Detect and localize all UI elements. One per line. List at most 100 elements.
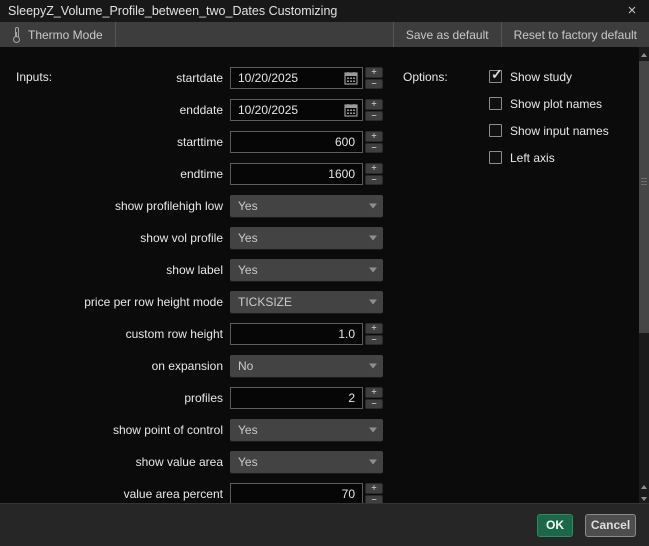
dropdown-select[interactable]: Yes bbox=[230, 451, 383, 473]
decrement-icon[interactable] bbox=[365, 79, 383, 90]
input-label: starttime bbox=[0, 135, 230, 149]
input-label: profiles bbox=[0, 391, 230, 405]
spinner bbox=[365, 99, 383, 121]
decrement-icon[interactable] bbox=[365, 111, 383, 122]
increment-icon[interactable] bbox=[365, 483, 383, 494]
checkbox[interactable] bbox=[489, 97, 502, 110]
decrement-icon[interactable] bbox=[365, 143, 383, 154]
chevron-down-icon bbox=[369, 300, 377, 305]
increment-icon[interactable] bbox=[365, 387, 383, 398]
ok-button[interactable]: OK bbox=[537, 514, 573, 537]
spinner bbox=[365, 323, 383, 345]
checkbox-label: Show plot names bbox=[510, 97, 602, 111]
input-label: show vol profile bbox=[0, 231, 230, 245]
checkbox[interactable] bbox=[489, 70, 502, 83]
date-value: 10/20/2025 bbox=[238, 100, 338, 120]
save-as-default-button[interactable]: Save as default bbox=[394, 22, 501, 47]
calendar-icon[interactable] bbox=[344, 71, 358, 85]
date-field[interactable]: 10/20/2025 bbox=[230, 67, 363, 89]
dropdown-value: Yes bbox=[238, 227, 258, 249]
input-row: value area percent 70 bbox=[0, 483, 392, 503]
date-field[interactable]: 10/20/2025 bbox=[230, 99, 363, 121]
increment-icon[interactable] bbox=[365, 99, 383, 110]
dropdown-select[interactable]: Yes bbox=[230, 259, 383, 281]
dropdown-select[interactable]: Yes bbox=[230, 227, 383, 249]
input-row: endtime 1600 bbox=[0, 163, 392, 185]
decrement-icon[interactable] bbox=[365, 175, 383, 186]
dropdown-select[interactable]: TICKSIZE bbox=[230, 291, 383, 313]
input-row: enddate 10/20/2025 bbox=[0, 99, 392, 121]
option-checkbox-row[interactable]: Left axis bbox=[489, 151, 609, 164]
dropdown-value: No bbox=[238, 355, 253, 377]
input-label: show profilehigh low bbox=[0, 199, 230, 213]
spinner bbox=[365, 387, 383, 409]
dropdown-select[interactable]: Yes bbox=[230, 195, 383, 217]
increment-icon[interactable] bbox=[365, 67, 383, 78]
footer-bar: OK Cancel bbox=[0, 503, 649, 546]
input-label: endtime bbox=[0, 167, 230, 181]
vertical-scrollbar[interactable] bbox=[639, 47, 649, 503]
checkbox[interactable] bbox=[489, 151, 502, 164]
number-field[interactable]: 1.0 bbox=[230, 323, 363, 345]
number-value: 600 bbox=[238, 132, 355, 152]
increment-icon[interactable] bbox=[365, 131, 383, 142]
reset-to-factory-default-button[interactable]: Reset to factory default bbox=[502, 22, 649, 47]
input-label: price per row height mode bbox=[0, 295, 230, 309]
checkbox[interactable] bbox=[489, 124, 502, 137]
number-value: 2 bbox=[238, 388, 355, 408]
dropdown-value: Yes bbox=[238, 259, 258, 281]
date-value: 10/20/2025 bbox=[238, 68, 338, 88]
input-row: on expansion No bbox=[0, 355, 392, 377]
increment-icon[interactable] bbox=[365, 163, 383, 174]
scroll-up-icon[interactable] bbox=[639, 49, 649, 61]
decrement-icon[interactable] bbox=[365, 335, 383, 346]
input-row: show value area Yes bbox=[0, 451, 392, 473]
number-field[interactable]: 1600 bbox=[230, 163, 363, 185]
increment-icon[interactable] bbox=[365, 323, 383, 334]
calendar-icon[interactable] bbox=[344, 103, 358, 117]
close-icon[interactable]: × bbox=[622, 0, 642, 22]
checkbox-label: Show input names bbox=[510, 124, 609, 138]
option-checkbox-row[interactable]: Show input names bbox=[489, 124, 609, 137]
chevron-down-icon bbox=[369, 428, 377, 433]
dropdown-value: Yes bbox=[238, 195, 258, 217]
chevron-down-icon bbox=[369, 268, 377, 273]
options-group-label: Options: bbox=[403, 70, 448, 84]
number-field[interactable]: 600 bbox=[230, 131, 363, 153]
input-row: custom row height 1.0 bbox=[0, 323, 392, 345]
dropdown-select[interactable]: No bbox=[230, 355, 383, 377]
input-label: show point of control bbox=[0, 423, 230, 437]
scroll-up-icon[interactable] bbox=[639, 481, 649, 493]
input-row: starttime 600 bbox=[0, 131, 392, 153]
input-label: enddate bbox=[0, 103, 230, 117]
input-row: show label Yes bbox=[0, 259, 392, 281]
number-field[interactable]: 2 bbox=[230, 387, 363, 409]
customizing-dialog: SleepyZ_Volume_Profile_between_two_Dates… bbox=[0, 0, 649, 546]
spinner bbox=[365, 483, 383, 503]
thermo-mode-button[interactable]: Thermo Mode bbox=[0, 22, 115, 47]
input-row: show profilehigh low Yes bbox=[0, 195, 392, 217]
thermo-mode-label: Thermo Mode bbox=[28, 28, 103, 42]
number-value: 1.0 bbox=[238, 324, 355, 344]
input-label: on expansion bbox=[0, 359, 230, 373]
toolbar-spacer bbox=[116, 22, 393, 47]
decrement-icon[interactable] bbox=[365, 399, 383, 410]
option-items: Show study Show plot names Show input na… bbox=[489, 70, 609, 178]
chevron-down-icon bbox=[369, 204, 377, 209]
number-value: 70 bbox=[238, 484, 355, 503]
input-label: show value area bbox=[0, 455, 230, 469]
chevron-down-icon bbox=[369, 460, 377, 465]
dropdown-select[interactable]: Yes bbox=[230, 419, 383, 441]
thermometer-icon bbox=[12, 27, 21, 43]
cancel-button[interactable]: Cancel bbox=[585, 514, 636, 537]
decrement-icon[interactable] bbox=[365, 495, 383, 504]
number-field[interactable]: 70 bbox=[230, 483, 363, 503]
option-checkbox-row[interactable]: Show study bbox=[489, 70, 609, 83]
input-row: startdate 10/20/2025 bbox=[0, 67, 392, 89]
input-label: show label bbox=[0, 263, 230, 277]
scrollbar-thumb[interactable] bbox=[639, 61, 649, 333]
toolbar: Thermo Mode Save as default Reset to fac… bbox=[0, 22, 649, 47]
option-checkbox-row[interactable]: Show plot names bbox=[489, 97, 609, 110]
input-row: show point of control Yes bbox=[0, 419, 392, 441]
input-row: profiles 2 bbox=[0, 387, 392, 409]
